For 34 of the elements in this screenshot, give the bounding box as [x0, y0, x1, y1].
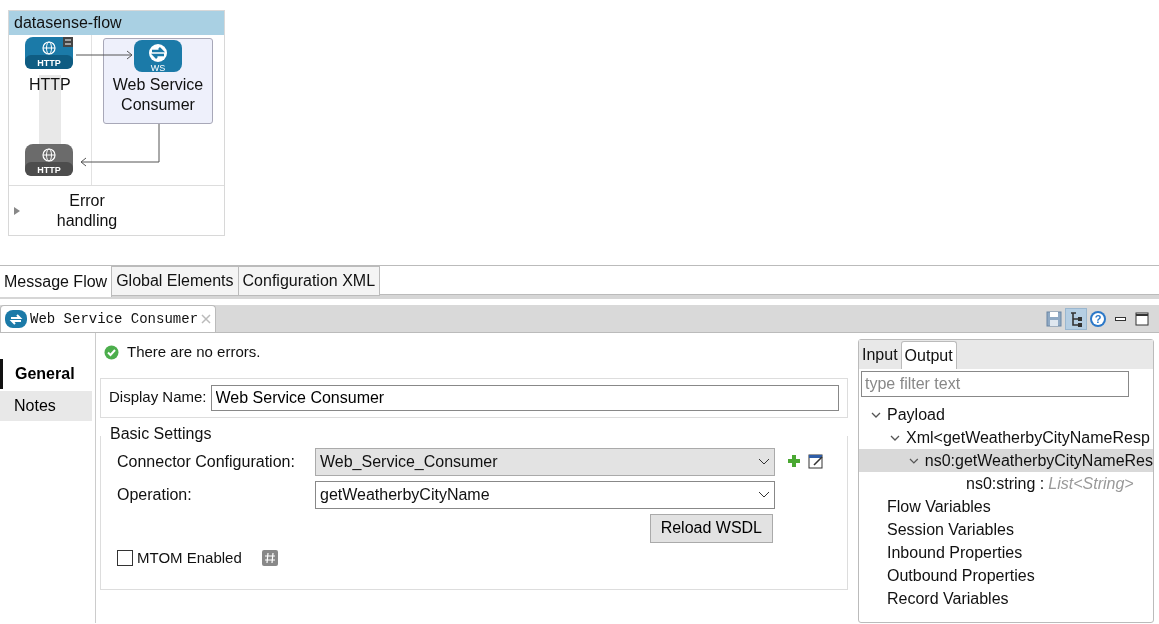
http-icon: HTTP: [25, 37, 73, 71]
tree-item[interactable]: Session Variables: [859, 518, 1153, 541]
status-message: There are no errors.: [127, 342, 261, 362]
text-field[interactable]: Web Service Consumer: [210, 384, 839, 411]
panel-tab[interactable]: Input: [859, 341, 901, 369]
tree-item[interactable]: Payload: [859, 403, 1153, 426]
editor-tab[interactable]: Configuration XML: [238, 266, 381, 296]
node-label: HTTP: [29, 75, 71, 95]
tree-item[interactable]: Inbound Properties: [859, 541, 1153, 564]
editor-tab[interactable]: Global Elements: [112, 266, 239, 296]
view-tab[interactable]: Web Service Consumer: [0, 305, 217, 332]
panel-tab[interactable]: Output: [900, 341, 957, 369]
side-tab[interactable]: Notes: [0, 391, 92, 421]
tree-item[interactable]: Xml<getWeatherbyCityNameResp: [859, 426, 1153, 449]
flow-title: datasense-flow: [9, 11, 224, 35]
reload-button[interactable]: Reload WSDL: [649, 513, 773, 543]
http-icon: HTTP: [25, 144, 73, 176]
help-button[interactable]: ?: [1087, 308, 1109, 330]
filter-field[interactable]: type filter text: [861, 371, 1129, 397]
tree-item[interactable]: Flow Variables: [859, 495, 1153, 518]
field-label: Connector Configuration:: [117, 451, 296, 472]
type-label: List<String>: [1048, 473, 1134, 494]
dropdown[interactable]: getWeatherbyCityName: [315, 480, 775, 509]
tree-item[interactable]: ns0:getWeatherbyCityNameRes: [859, 449, 1153, 472]
tree-item[interactable]: Record Variables: [859, 587, 1153, 610]
checkbox-label: MTOM Enabled: [137, 547, 242, 568]
field-label: Display Name:: [109, 387, 207, 408]
field-label: Operation:: [117, 484, 193, 505]
editor-tab[interactable]: Message Flow: [0, 266, 113, 297]
tree-item[interactable]: ns0:string : List<String>: [859, 472, 1153, 495]
section-label: Error handling: [55, 191, 119, 231]
tree-item[interactable]: Outbound Properties: [859, 564, 1153, 587]
web-service-icon: WS: [134, 40, 182, 72]
tab-title: Web Service Consumer: [30, 309, 199, 329]
